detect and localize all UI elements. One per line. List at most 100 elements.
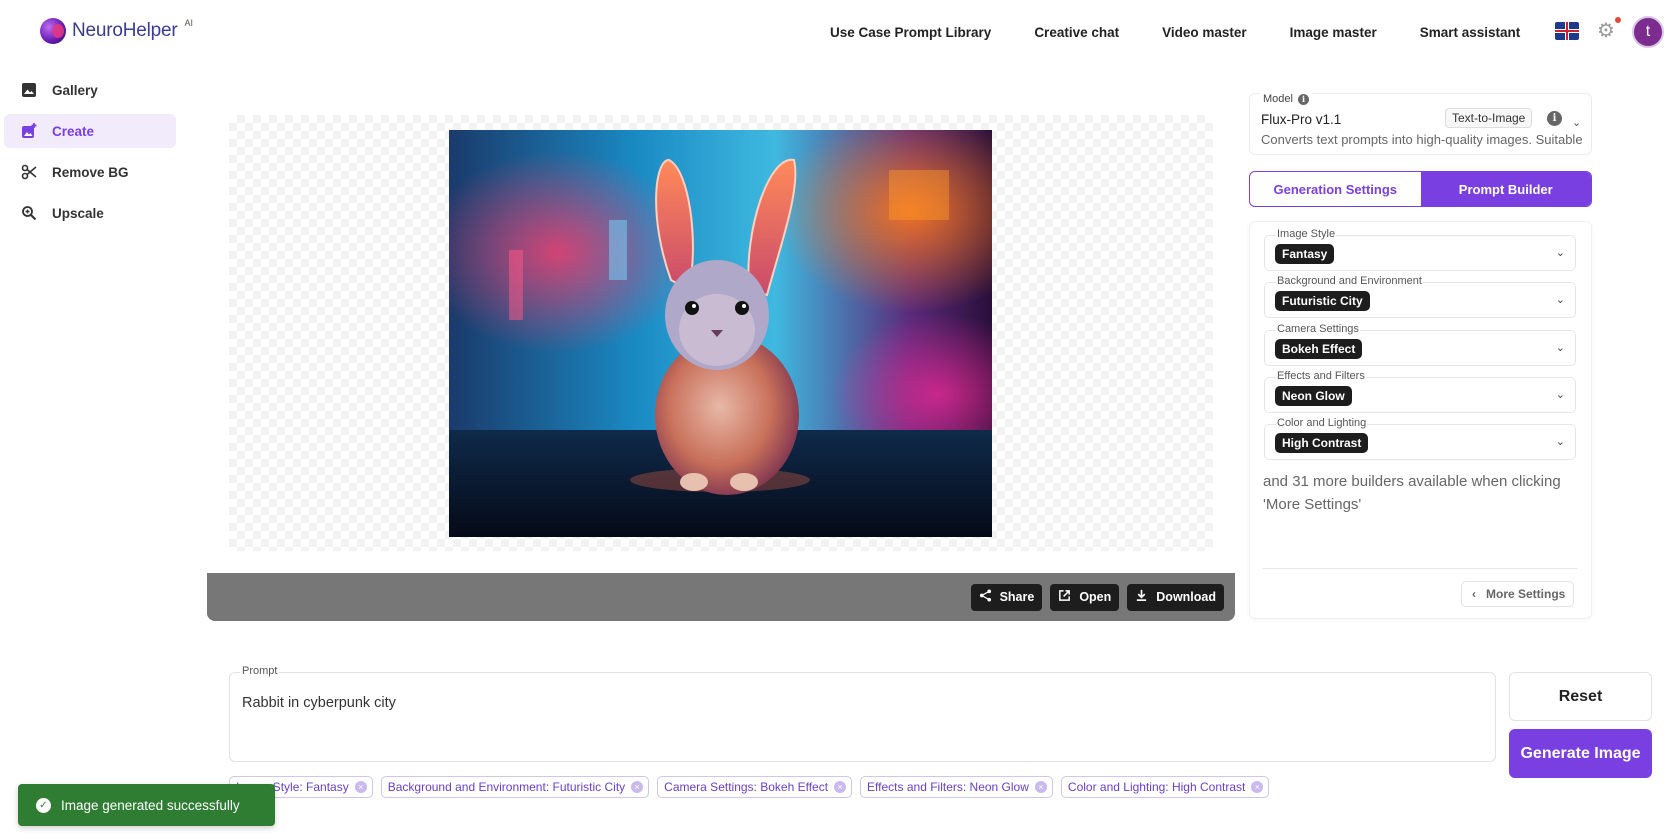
builder-label: Color and Lighting	[1276, 417, 1368, 429]
builder-value-chip: Neon Glow	[1275, 386, 1352, 406]
chevron-down-icon: ⌄	[1572, 117, 1582, 129]
builder-value-chip: Fantasy	[1275, 244, 1335, 264]
builder-color-lighting[interactable]: Color and Lighting High Contrast ⌄	[1264, 417, 1576, 460]
builder-label: Camera Settings	[1276, 323, 1360, 335]
sidebar-item-create[interactable]: Create	[4, 114, 176, 148]
builder-value-chip: High Contrast	[1275, 433, 1369, 453]
builder-label: Image Style	[1276, 228, 1337, 240]
model-type-badge: Text-to-Image	[1445, 108, 1533, 128]
sidebar: Gallery Create Remove BG Upscale	[4, 73, 176, 237]
builder-label: Effects and Filters	[1276, 370, 1366, 382]
prompt-tag[interactable]: Background and Environment: Futuristic C…	[380, 776, 650, 798]
top-navigation: Use Case Prompt Library Creative chat Vi…	[830, 0, 1520, 64]
image-canvas: Share Open Download	[207, 93, 1235, 621]
prompt-tag[interactable]: Camera Settings: Bokeh Effect ×	[657, 776, 853, 798]
builder-value-chip: Futuristic City	[1275, 291, 1370, 311]
chevron-down-icon: ⌄	[1555, 342, 1565, 354]
more-settings-label: More Settings	[1486, 587, 1566, 601]
builder-camera-settings[interactable]: Camera Settings Bokeh Effect ⌄	[1264, 323, 1576, 366]
sidebar-item-label: Remove BG	[52, 164, 129, 180]
brand-name-helper: Helper	[122, 20, 178, 41]
chevron-down-icon: ⌄	[1555, 389, 1565, 401]
sidebar-item-remove-bg[interactable]: Remove BG	[4, 155, 176, 189]
brand-logo[interactable]: NeuroHelper AI	[40, 18, 193, 44]
prompt-tag-label: Camera Settings: Bokeh Effect	[664, 780, 829, 794]
toast-message: Image generated successfully	[61, 797, 240, 813]
more-builders-note: and 31 more builders available when clic…	[1263, 473, 1561, 513]
divider	[1263, 568, 1577, 569]
brand-ai-superscript: AI	[184, 18, 194, 28]
download-icon	[1135, 589, 1148, 605]
model-name: Flux-Pro v1.1	[1261, 112, 1342, 127]
prompt-builder-panel: Image Style Fantasy ⌄ Background and Env…	[1249, 221, 1592, 619]
image-icon	[20, 81, 38, 99]
model-description: Converts text prompts into high-quality …	[1261, 132, 1583, 147]
prompt-text: Rabbit in cyberpunk city	[242, 695, 396, 711]
gear-icon[interactable]: ⚙	[1597, 21, 1617, 41]
brand-mark-icon	[40, 18, 66, 44]
prompt-tag[interactable]: Effects and Filters: Neon Glow ×	[860, 776, 1053, 798]
share-icon	[979, 589, 992, 605]
model-label-text: Model	[1263, 93, 1293, 105]
builder-label: Background and Environment	[1276, 275, 1423, 287]
generated-image[interactable]	[449, 130, 992, 537]
share-button[interactable]: Share	[970, 583, 1043, 611]
remove-tag-icon[interactable]: ×	[1034, 781, 1047, 793]
prompt-tags: Image Style: Fantasy × Background and En…	[229, 776, 1270, 798]
sidebar-item-label: Create	[52, 123, 95, 139]
settings-tabs: Generation Settings Prompt Builder	[1249, 171, 1592, 207]
tab-generation-settings[interactable]: Generation Settings	[1250, 172, 1421, 206]
nav-creative-chat[interactable]: Creative chat	[1034, 25, 1119, 40]
builder-image-style[interactable]: Image Style Fantasy ⌄	[1264, 228, 1576, 271]
more-settings-button[interactable]: ‹ More Settings	[1461, 581, 1575, 607]
chevron-left-icon: ‹	[1472, 587, 1476, 601]
nav-smart-assistant[interactable]: Smart assistant	[1420, 25, 1521, 40]
brand-name-neuro: Neuro	[72, 20, 123, 41]
nav-image-master[interactable]: Image master	[1290, 25, 1377, 40]
prompt-label: Prompt	[240, 665, 280, 677]
builder-value-chip: Bokeh Effect	[1275, 339, 1363, 359]
chevron-down-icon: ⌄	[1555, 247, 1565, 259]
check-circle-icon: ✓	[36, 797, 51, 813]
download-button[interactable]: Download	[1127, 583, 1224, 611]
remove-tag-icon[interactable]: ×	[1251, 781, 1264, 793]
model-info-icon[interactable]: i	[1547, 111, 1562, 126]
prompt-tag-label: Background and Environment: Futuristic C…	[387, 780, 626, 794]
prompt-tag-label: Color and Lighting: High Contrast	[1067, 780, 1246, 794]
notification-dot	[1615, 17, 1621, 23]
nav-use-case-prompt-library[interactable]: Use Case Prompt Library	[830, 25, 991, 40]
prompt-tag-label: Effects and Filters: Neon Glow	[867, 780, 1029, 794]
sidebar-item-label: Gallery	[52, 82, 98, 98]
prompt-section: Prompt Rabbit in cyberpunk city Reset Ge…	[207, 648, 1660, 820]
remove-tag-icon[interactable]: ×	[354, 781, 367, 793]
scissors-icon	[20, 163, 38, 181]
chevron-down-icon: ⌄	[1555, 294, 1565, 306]
image-action-bar: Share Open Download	[207, 573, 1235, 621]
brand-name: NeuroHelper	[72, 20, 178, 42]
success-toast: ✓ Image generated successfully	[18, 784, 275, 826]
sidebar-item-upscale[interactable]: Upscale	[4, 196, 176, 230]
add-image-icon	[20, 122, 38, 140]
info-icon[interactable]: i	[1297, 93, 1309, 105]
share-label: Share	[999, 590, 1035, 604]
chevron-down-icon: ⌄	[1555, 436, 1565, 448]
avatar[interactable]: t	[1632, 16, 1664, 48]
model-label: Model i	[1260, 93, 1312, 105]
sidebar-item-label: Upscale	[52, 205, 104, 221]
generate-image-button[interactable]: Generate Image	[1509, 729, 1652, 778]
builder-background-environment[interactable]: Background and Environment Futuristic Ci…	[1264, 275, 1576, 318]
uk-flag-icon[interactable]	[1555, 22, 1579, 40]
reset-button[interactable]: Reset	[1509, 672, 1652, 721]
open-label: Open	[1079, 590, 1112, 604]
nav-video-master[interactable]: Video master	[1162, 25, 1247, 40]
open-button[interactable]: Open	[1050, 583, 1120, 611]
prompt-tag[interactable]: Color and Lighting: High Contrast ×	[1060, 776, 1270, 798]
prompt-input[interactable]: Prompt Rabbit in cyberpunk city	[229, 665, 1496, 762]
tab-prompt-builder[interactable]: Prompt Builder	[1420, 172, 1591, 206]
remove-tag-icon[interactable]: ×	[631, 781, 644, 793]
builder-effects-filters[interactable]: Effects and Filters Neon Glow ⌄	[1264, 370, 1576, 413]
sidebar-item-gallery[interactable]: Gallery	[4, 73, 176, 107]
open-external-icon	[1058, 589, 1071, 605]
remove-tag-icon[interactable]: ×	[834, 781, 847, 793]
zoom-icon	[20, 204, 38, 222]
